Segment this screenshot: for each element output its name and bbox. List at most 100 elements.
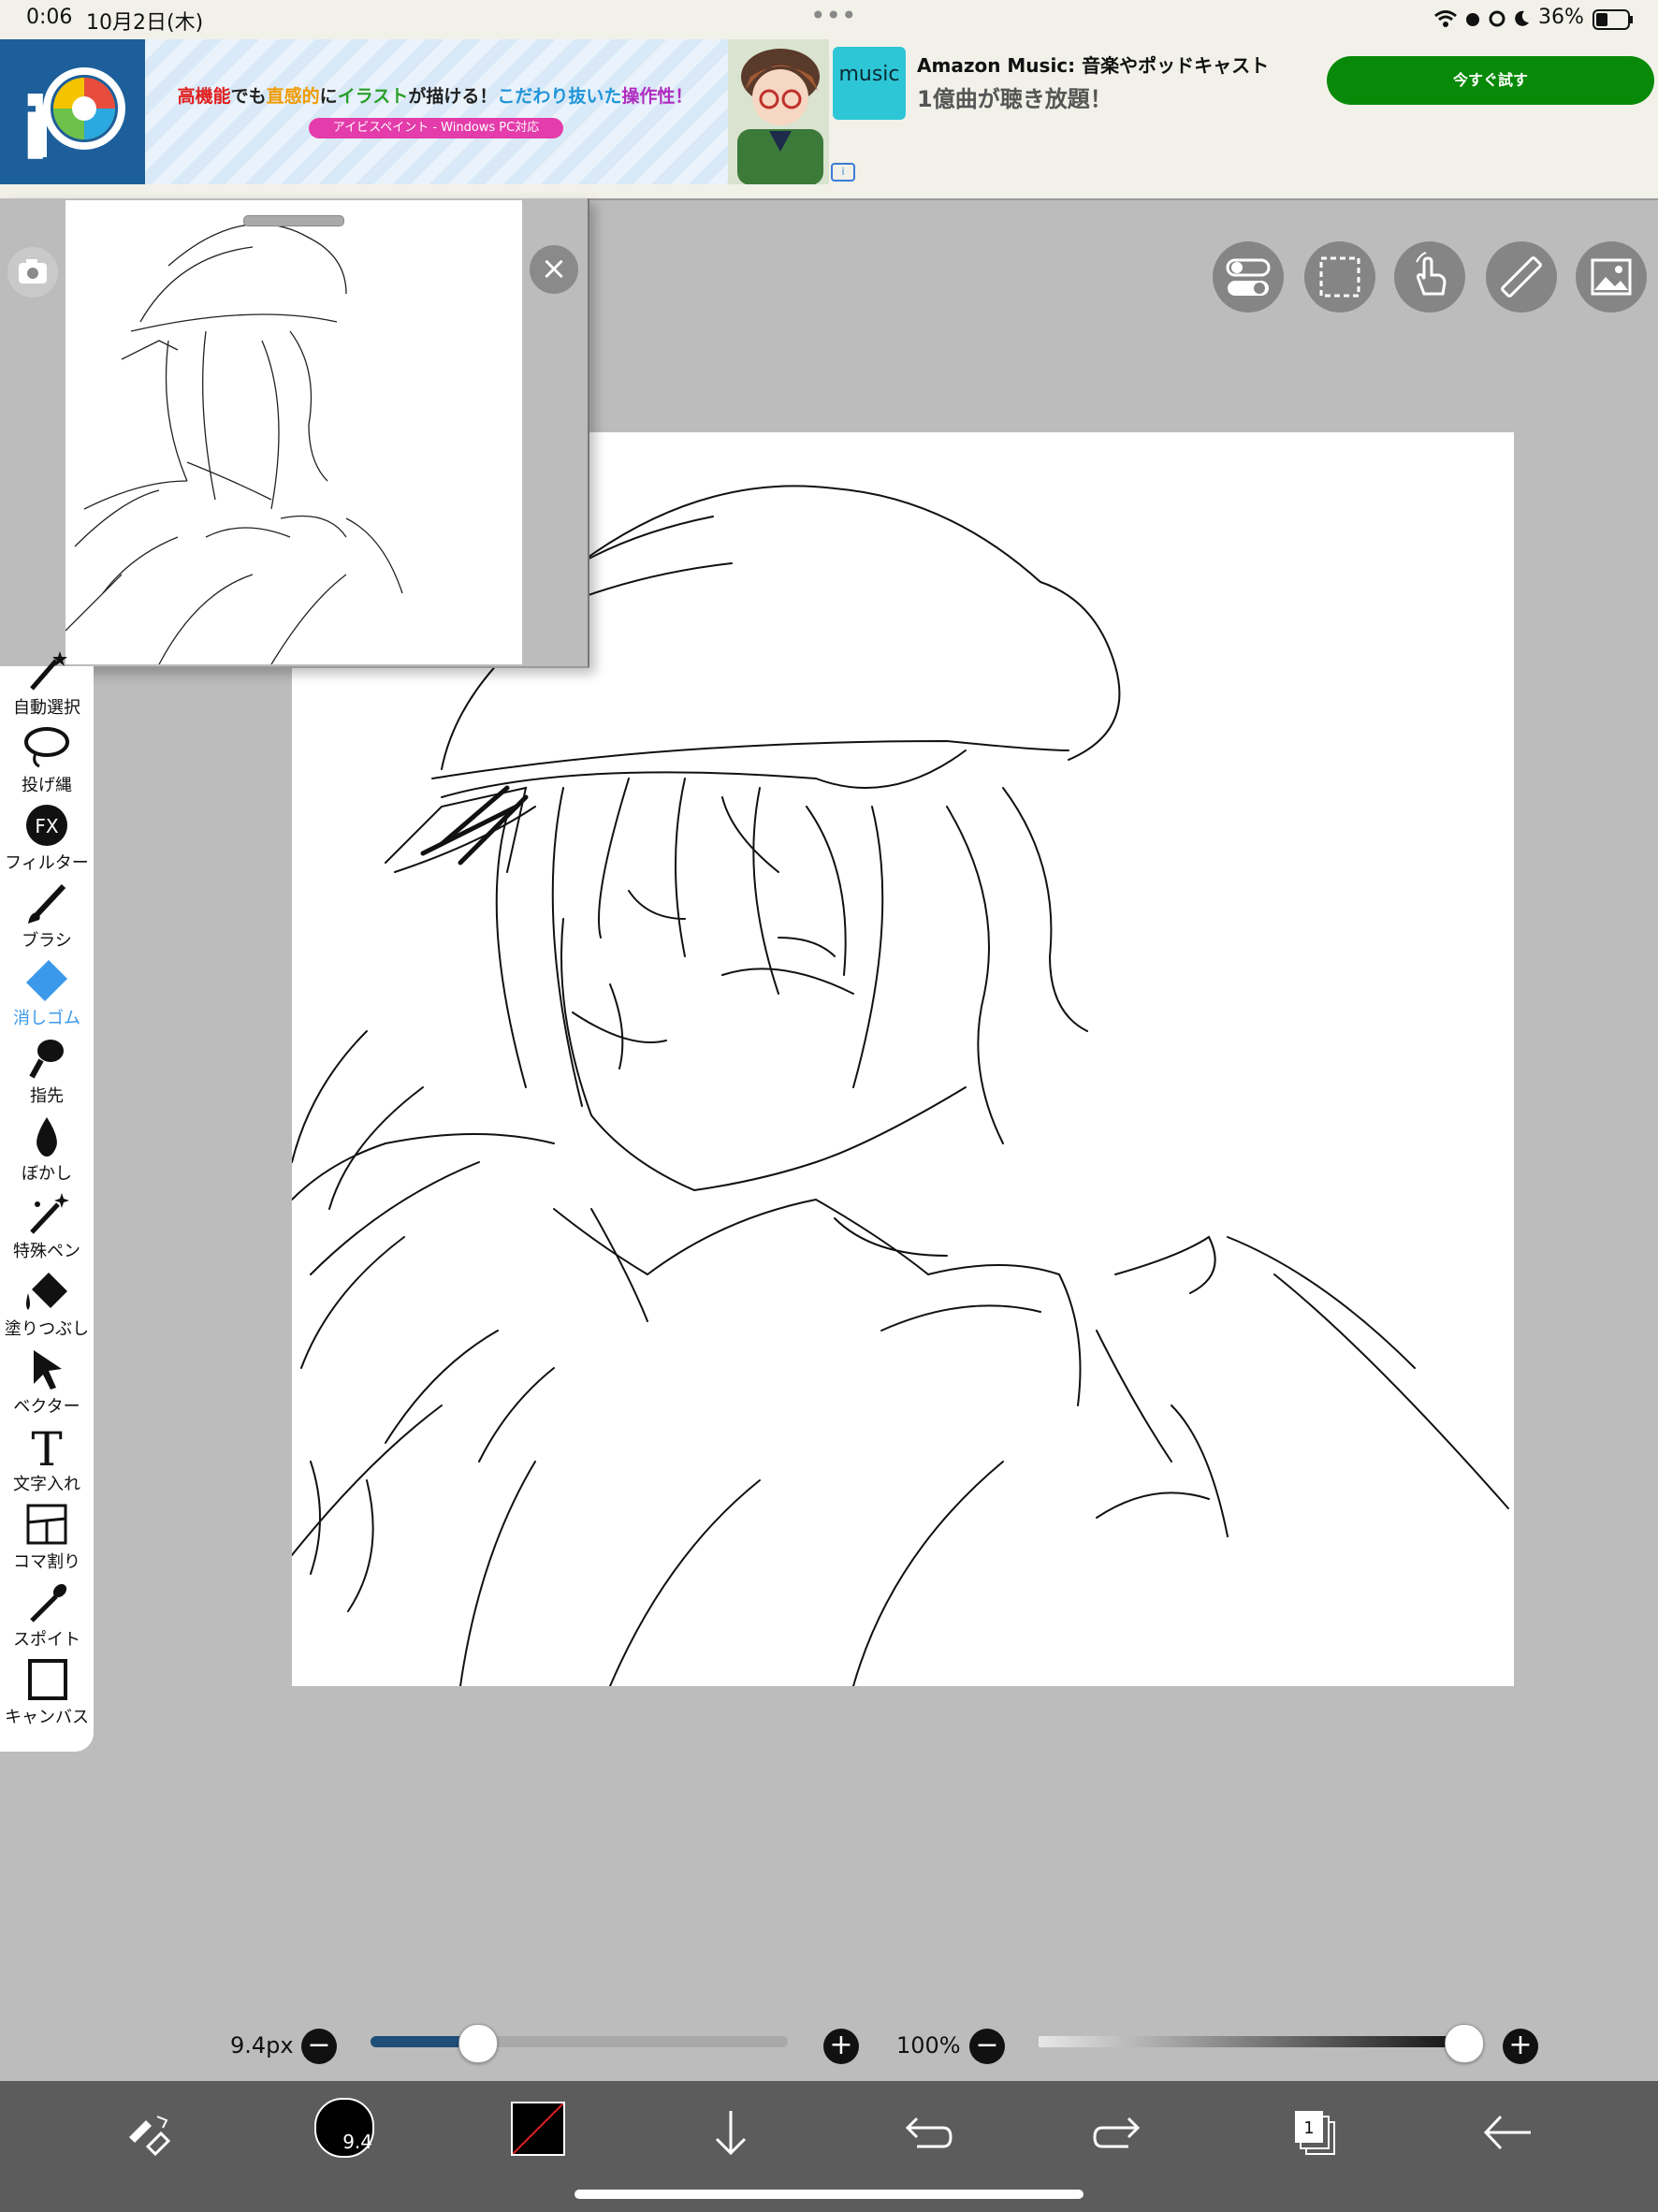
try-now-button[interactable]: 今すぐ試す	[1327, 56, 1654, 105]
opacity-label: 100%	[896, 2032, 961, 2059]
opacity-minus-button[interactable]: −	[969, 2029, 1005, 2064]
hand-gesture-icon[interactable]	[1394, 241, 1465, 313]
tool-label: 文字入れ	[13, 1475, 80, 1494]
tool-label: キャンバス	[5, 1708, 89, 1727]
brush-size-label: 9.4px	[230, 2032, 294, 2059]
camera-icon[interactable]	[7, 247, 58, 298]
tool-label: 投げ縄	[22, 776, 72, 795]
svg-text:T: T	[31, 1424, 62, 1469]
tool-text[interactable]: T 文字入れ	[0, 1422, 94, 1502]
multitask-dots[interactable]: •••	[810, 0, 857, 31]
ad-info-icon[interactable]: i	[831, 163, 855, 182]
rotation-lock-icon	[1488, 9, 1506, 28]
image-icon[interactable]	[1576, 241, 1647, 313]
moon-icon	[1512, 9, 1531, 28]
ibispaint-ad[interactable]: i 高機能でも直感的にイラストが描ける！こだわり抜いた操作性！ アイビスペイント…	[0, 39, 829, 185]
selection-rect-icon[interactable]	[1304, 241, 1375, 313]
status-time: 0:06	[26, 6, 73, 29]
toggle-icon[interactable]	[1213, 241, 1284, 313]
caption-part: イラスト	[337, 86, 409, 107]
tool-label: フィルター	[5, 853, 89, 873]
eraser-icon	[19, 958, 75, 1003]
text-icon: T	[19, 1422, 75, 1477]
layers-icon[interactable]: 1	[1282, 2100, 1347, 2165]
brush-size-knob[interactable]	[458, 2024, 498, 2063]
opacity-slider[interactable]	[1039, 2036, 1463, 2047]
drop-icon	[19, 1113, 75, 1158]
tool-lasso[interactable]: 投げ縄	[0, 725, 94, 803]
tool-filter[interactable]: FX フィルター	[0, 803, 94, 880]
wifi-icon	[1433, 9, 1458, 28]
status-bar: 0:06 10月2日(木) ••• 36%	[0, 0, 1658, 39]
caption-part: でも	[230, 86, 267, 107]
tool-label: 指先	[30, 1086, 64, 1106]
tool-label: 塗りつぶし	[4, 1319, 90, 1339]
caption-part: こだわり抜いた	[497, 86, 622, 107]
caption-part: 高機能	[177, 86, 231, 107]
ruler-icon[interactable]	[1486, 241, 1557, 313]
music-ad-subtitle: 1億曲が聴き放題！	[917, 86, 1113, 112]
fx-icon: FX	[19, 803, 75, 848]
ibispaint-logo: i	[0, 39, 145, 184]
magic-wand-icon	[19, 648, 75, 692]
opacity-knob[interactable]	[1445, 2024, 1484, 2063]
tool-vector[interactable]: ベクター	[0, 1346, 94, 1424]
tool-label: ベクター	[13, 1397, 80, 1417]
tool-special-pen[interactable]: 特殊ペン	[0, 1191, 94, 1269]
reference-image	[65, 200, 522, 665]
tool-eraser[interactable]: 消しゴム	[0, 958, 94, 1036]
tool-label: スポイト	[13, 1630, 80, 1650]
tool-canvas[interactable]: キャンバス	[0, 1657, 94, 1735]
brush-icon	[19, 880, 75, 925]
caption-part: が描ける！	[408, 86, 498, 107]
ad-character-illustration	[728, 39, 829, 185]
caption-part: に	[319, 86, 338, 107]
opacity-plus-button[interactable]: +	[1503, 2029, 1538, 2064]
lasso-icon	[19, 725, 75, 770]
tool-auto-select[interactable]: 自動選択	[0, 648, 94, 725]
amazon-music-logo: music	[833, 47, 906, 120]
color-swatch-icon[interactable]	[511, 2102, 565, 2156]
brush-preview-value: 9.4	[342, 2131, 372, 2153]
download-arrow-icon[interactable]	[698, 2100, 764, 2165]
ad-caption: 高機能でも直感的にイラストが描ける！こだわり抜いた操作性！	[154, 82, 716, 108]
alarm-icon	[1463, 9, 1482, 28]
layer-count: 1	[1303, 2118, 1314, 2138]
panels-icon	[19, 1502, 75, 1547]
tool-label: 自動選択	[13, 698, 80, 718]
caption-part: 操作性！	[621, 86, 693, 107]
music-ad-title: Amazon Music: 音楽やポッドキャスト	[917, 54, 1270, 77]
svg-text:FX: FX	[35, 815, 59, 837]
brush-preview-icon[interactable]: 9.4	[314, 2098, 374, 2158]
ad-banner-area: i 高機能でも直感的にイラストが描ける！こだわり抜いた操作性！ アイビスペイント…	[0, 39, 1658, 200]
status-date: 10月2日(木)	[86, 11, 204, 35]
reference-window[interactable]: ×	[0, 198, 589, 668]
close-icon[interactable]: ×	[530, 245, 578, 294]
brush-size-minus-button[interactable]: −	[301, 2029, 337, 2064]
reference-drag-handle[interactable]	[243, 215, 344, 226]
back-arrow-icon[interactable]	[1475, 2100, 1540, 2165]
canvas-icon	[19, 1657, 75, 1702]
eyedropper-icon	[19, 1579, 75, 1624]
ad-subtitle-pill: アイビスペイント - Windows PC対応	[309, 118, 563, 138]
sparkle-pen-icon	[19, 1191, 75, 1236]
cursor-arrow-icon	[19, 1346, 75, 1391]
tool-label: 消しゴム	[13, 1009, 80, 1028]
battery-icon	[1593, 9, 1634, 30]
tool-eyedropper[interactable]: スポイト	[0, 1579, 94, 1657]
tool-label: コマ割り	[13, 1552, 80, 1572]
undo-icon[interactable]	[893, 2100, 958, 2165]
tool-frame-divider[interactable]: コマ割り	[0, 1502, 94, 1579]
bucket-icon	[19, 1269, 75, 1314]
tool-brush[interactable]: ブラシ	[0, 880, 94, 958]
brush-size-plus-button[interactable]: +	[823, 2029, 859, 2064]
swap-tool-icon[interactable]	[116, 2100, 182, 2165]
tool-fill[interactable]: 塗りつぶし	[0, 1269, 94, 1346]
redo-icon[interactable]	[1087, 2100, 1153, 2165]
caption-part: 直感的	[266, 86, 320, 107]
home-indicator[interactable]	[574, 2190, 1084, 2199]
tool-smudge[interactable]: 指先	[0, 1036, 94, 1113]
battery-percent: 36%	[1538, 6, 1584, 29]
tool-blur[interactable]: ぼかし	[0, 1113, 94, 1191]
tool-label: 特殊ペン	[13, 1242, 80, 1261]
